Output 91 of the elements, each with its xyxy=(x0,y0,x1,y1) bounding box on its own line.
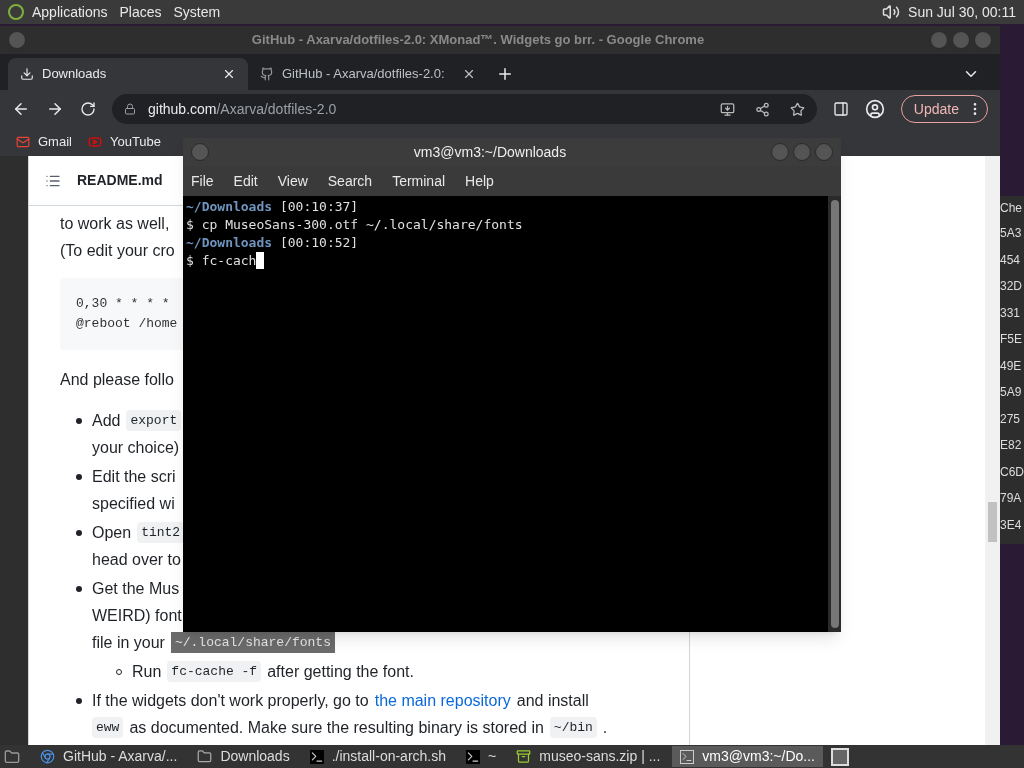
side-panel-icon[interactable] xyxy=(832,101,849,117)
address-bar[interactable]: github.com/Axarva/dotfiles-2.0 xyxy=(112,94,817,124)
speaker-icon[interactable] xyxy=(882,3,901,21)
play-icon xyxy=(87,135,102,149)
panel-menu[interactable]: Places xyxy=(119,1,162,23)
readme-text: to work as well, xyxy=(60,213,170,234)
download-icon xyxy=(20,67,34,81)
taskbar-item[interactable]: ~ xyxy=(458,746,505,767)
panel-menu[interactable]: System xyxy=(173,1,221,23)
terminal-menu[interactable]: View xyxy=(277,170,308,192)
folder-icon xyxy=(197,749,213,764)
table-cell-text: 32D xyxy=(1000,278,1023,296)
browser-tab[interactable]: Downloads xyxy=(8,58,248,90)
readme-text: head over to xyxy=(92,549,181,570)
table-cell-text: 275 xyxy=(1000,410,1022,428)
profile-icon[interactable] xyxy=(864,99,885,119)
scrollbar[interactable] xyxy=(985,156,1000,746)
table-cell-text: 5A3 xyxy=(1000,225,1023,243)
table-cell-text: 3E4 xyxy=(1000,516,1023,534)
readme-text: If the widgets don't work properly, go to xyxy=(92,690,369,711)
terminal-menu[interactable]: Search xyxy=(327,170,373,192)
prompt-line: ~/Downloads [00:10:52] xyxy=(186,234,360,252)
share-icon[interactable] xyxy=(754,101,770,117)
panel-menu[interactable]: Applications xyxy=(32,1,108,23)
window-title: GitHub - Axarva/dotfiles-2.0: XMonad™. Widgets go brr. - Google Chrome xyxy=(250,31,706,50)
github-icon xyxy=(260,67,274,81)
mail-icon xyxy=(16,135,30,149)
terminal-icon xyxy=(309,749,324,764)
repository-link[interactable]: the main repository xyxy=(374,688,511,713)
menu-logo-icon[interactable] xyxy=(8,4,24,20)
readme-text: Add export xyxy=(92,407,182,434)
browser-tab[interactable]: GitHub - Axarva/dotfiles-2.0: xyxy=(248,58,488,90)
readme-text: Edit the scri xyxy=(92,466,176,487)
terminal-menu[interactable]: Help xyxy=(465,170,494,192)
column-header: Che xyxy=(1000,200,1023,217)
readme-text: Open tint2 xyxy=(92,519,185,546)
bullet-icon xyxy=(76,530,82,536)
taskbar-item[interactable]: ./install-on-arch.sh xyxy=(301,746,455,767)
terminal-menu[interactable]: File xyxy=(191,170,214,192)
readme-text: And please follo xyxy=(60,369,174,390)
table-cell-text: 454 xyxy=(1000,251,1022,269)
show-desktop-icon[interactable] xyxy=(831,747,849,766)
prompt-line: ~/Downloads [00:10:37] xyxy=(186,198,360,216)
readme-text: specified wi xyxy=(92,493,175,514)
archive-icon xyxy=(516,749,532,764)
table-cell-text: 49E xyxy=(1000,357,1023,375)
back-icon[interactable] xyxy=(12,100,30,118)
table-cell-text: E82 xyxy=(1000,437,1023,455)
terminal-menu[interactable]: Terminal xyxy=(392,170,446,192)
readme-text: and install xyxy=(516,690,589,711)
reload-icon[interactable] xyxy=(80,101,96,117)
taskbar-item[interactable]: Downloads xyxy=(189,746,298,767)
new-tab-icon[interactable] xyxy=(496,65,514,83)
taskbar-item[interactable]: GitHub - Axarva/... xyxy=(32,746,186,767)
table-cell-text: 5A9 xyxy=(1000,384,1023,402)
scrollbar[interactable] xyxy=(828,196,841,632)
readme-text: eww as documented. Make sure the resulting binary is stored in ~/bin . xyxy=(92,714,608,741)
lock-icon xyxy=(124,103,136,115)
readme-text: Run fc-cache -f after getting the font. xyxy=(132,658,414,685)
close-icon[interactable] xyxy=(462,67,476,81)
readme-text: your choice) xyxy=(92,437,180,458)
browser-icon xyxy=(40,749,55,764)
table-cell-text: 79A xyxy=(1000,490,1023,508)
taskbar-item[interactable]: museo-sans.zip | ... xyxy=(508,746,669,767)
forward-icon[interactable] xyxy=(46,100,64,118)
table-cell-text: 331 xyxy=(1000,304,1022,322)
bullet-icon xyxy=(76,418,82,424)
terminal-menu[interactable]: Edit xyxy=(233,170,258,192)
readme-text: Get the Mus xyxy=(92,578,180,599)
taskbar-item[interactable]: vm3@vm3:~/Do... xyxy=(672,746,823,767)
clock: Sun Jul 30, 00:11 xyxy=(908,2,1016,22)
table-cell-text: F5E xyxy=(1000,331,1023,349)
bullet-icon xyxy=(76,474,82,480)
readme-text: WEIRD) font xyxy=(92,605,182,626)
readme-text: file in your ~/.local/share/fonts xyxy=(92,629,335,656)
window-title: vm3@vm3:~/Downloads xyxy=(412,142,568,162)
terminal-icon xyxy=(680,749,695,764)
close-icon[interactable] xyxy=(222,67,236,81)
terminal-icon xyxy=(466,749,481,764)
bullet-icon xyxy=(76,698,82,704)
table-cell-text: C6D xyxy=(1000,463,1024,481)
file-name: README.md xyxy=(77,171,163,190)
folder-icon[interactable] xyxy=(4,748,20,765)
bullet-icon xyxy=(76,586,82,592)
bookmark[interactable]: YouTube xyxy=(87,132,162,152)
command-line: $ cp MuseoSans-300.otf ~/.local/share/fonts xyxy=(186,216,523,234)
bookmark[interactable]: Gmail xyxy=(16,132,72,152)
command-line: $ fc-cach xyxy=(186,252,257,270)
star-icon[interactable] xyxy=(789,101,805,117)
readme-text: (To edit your cro xyxy=(60,240,175,261)
install-icon[interactable] xyxy=(719,101,735,117)
